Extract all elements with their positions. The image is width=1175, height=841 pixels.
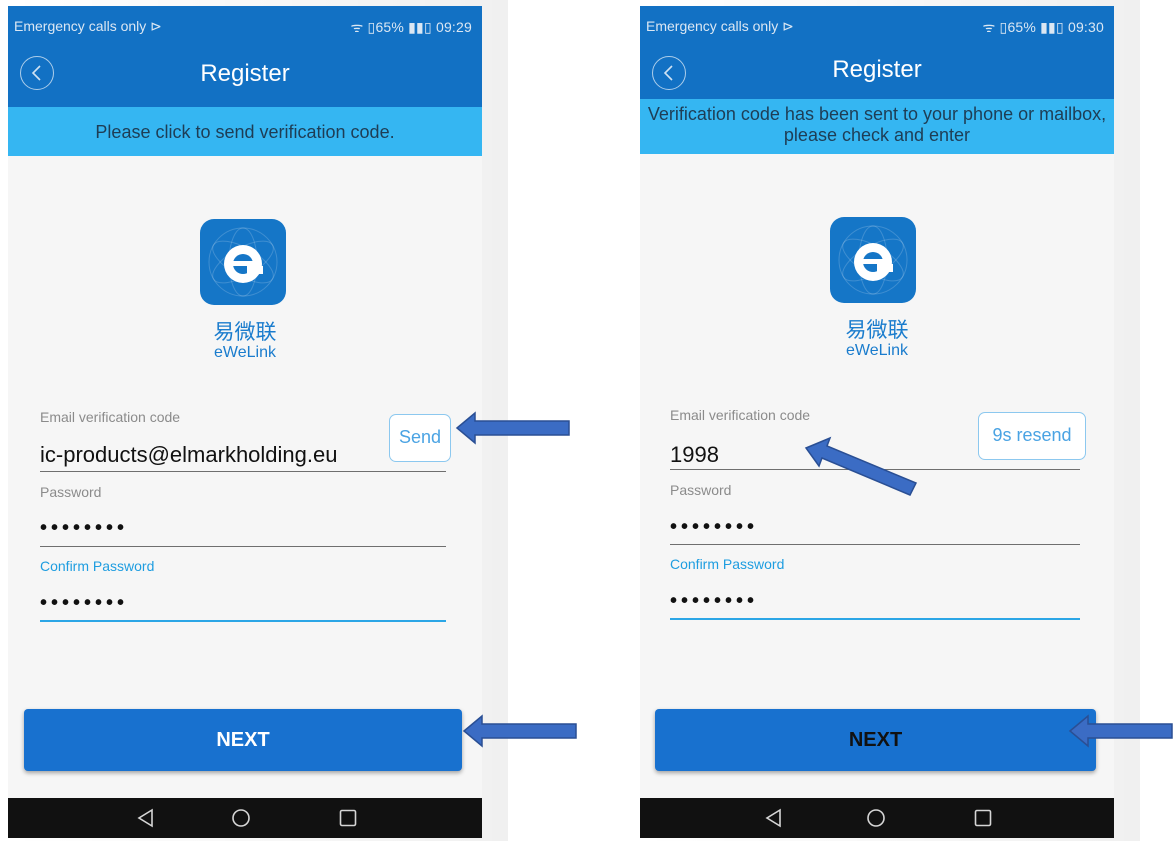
password-label: Password <box>670 482 732 498</box>
phone-screen-left: Emergency calls only ⊳ ᯤ ▯65% ▮▮▯ 09:29 … <box>8 6 482 838</box>
confirm-password-underline <box>40 620 446 622</box>
app-bar: Register <box>8 44 482 107</box>
confirm-password-underline <box>670 618 1080 620</box>
android-nav-bar <box>8 798 482 838</box>
password-underline <box>670 544 1080 545</box>
android-nav-bar <box>640 798 1114 838</box>
email-code-label: Email verification code <box>40 409 181 425</box>
logo-english-text: eWeLink <box>846 342 908 359</box>
next-button[interactable]: NEXT <box>655 709 1096 771</box>
confirm-password-input[interactable]: •••••••• <box>670 590 758 613</box>
password-input[interactable]: •••••••• <box>670 516 758 539</box>
next-button[interactable]: NEXT <box>24 709 462 771</box>
hint-banner: Verification code has been sent to your … <box>640 99 1114 154</box>
logo-chinese-text: 易微联 <box>213 321 277 344</box>
status-carrier: Emergency calls only ⊳ <box>646 18 794 34</box>
phone-screen-right: Emergency calls only ⊳ ᯤ ▯65% ▮▮▯ 09:30 … <box>640 6 1114 838</box>
send-code-button[interactable]: Send <box>389 414 451 462</box>
nav-home-icon[interactable] <box>866 808 886 828</box>
status-bar: Emergency calls only ⊳ ᯤ ▯65% ▮▮▯ 09:29 <box>8 6 482 44</box>
nav-home-icon[interactable] <box>231 808 251 828</box>
password-label: Password <box>40 484 102 500</box>
annotation-arrow-next-left <box>462 714 577 748</box>
confirm-password-label: Confirm Password <box>40 558 155 574</box>
nav-recents-icon[interactable] <box>973 808 993 828</box>
password-input[interactable]: •••••••• <box>40 517 128 540</box>
nav-back-icon[interactable] <box>764 808 784 828</box>
password-underline <box>40 546 446 547</box>
resend-code-button[interactable]: 9s resend <box>978 412 1086 460</box>
email-code-underline <box>40 471 446 472</box>
status-indicators: ᯤ ▯65% ▮▮▯ 09:29 <box>350 19 472 35</box>
ewelink-logo-icon <box>200 219 286 305</box>
status-indicators: ᯤ ▯65% ▮▮▯ 09:30 <box>982 19 1104 35</box>
confirm-password-label: Confirm Password <box>670 556 785 572</box>
nav-recents-icon[interactable] <box>338 808 358 828</box>
email-code-input[interactable]: ic-products@elmarkholding.eu <box>40 442 337 468</box>
annotation-arrow-next-right <box>1068 714 1173 748</box>
status-carrier: Emergency calls only ⊳ <box>14 18 162 34</box>
annotation-arrow-send <box>455 411 570 445</box>
logo-chinese-text: 易微联 <box>845 319 909 342</box>
email-code-input[interactable]: 1998 <box>670 442 719 468</box>
status-bar: Emergency calls only ⊳ ᯤ ▯65% ▮▮▯ 09:30 <box>640 6 1114 44</box>
email-code-label: Email verification code <box>670 407 811 423</box>
nav-back-icon[interactable] <box>136 808 156 828</box>
page-title: Register <box>200 60 290 87</box>
app-bar: Register <box>640 44 1114 99</box>
hint-banner: Please click to send verification code. <box>8 107 482 156</box>
page-title: Register <box>832 56 922 83</box>
confirm-password-input[interactable]: •••••••• <box>40 592 128 615</box>
logo-english-text: eWeLink <box>214 344 276 361</box>
ewelink-logo-icon <box>830 217 916 303</box>
annotation-arrow-code <box>804 436 918 496</box>
